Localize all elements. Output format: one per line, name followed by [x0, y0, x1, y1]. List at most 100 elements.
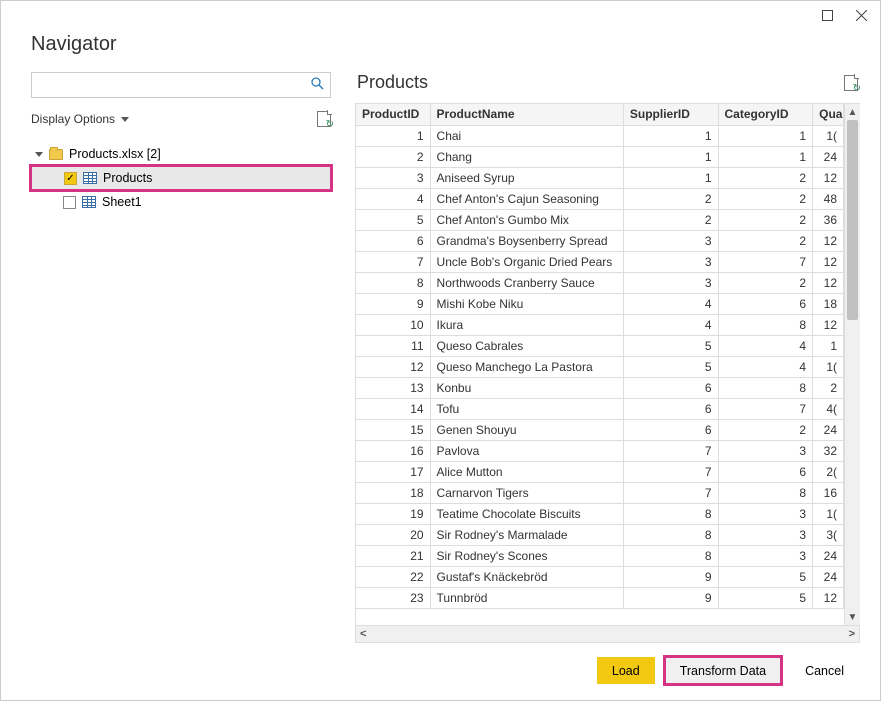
table-row[interactable]: 15Genen Shouyu6224	[356, 419, 844, 440]
display-options-dropdown[interactable]: Display Options	[31, 112, 129, 126]
cell: 12	[813, 167, 844, 188]
tree-item-products[interactable]: ✓ Products	[31, 166, 331, 190]
cell: 11	[356, 335, 430, 356]
cell: Ikura	[430, 314, 623, 335]
cell: 3	[623, 251, 718, 272]
horizontal-scrollbar[interactable]: < >	[355, 625, 860, 643]
cell: 12	[813, 314, 844, 335]
search-icon[interactable]	[311, 77, 324, 93]
folder-icon	[49, 149, 63, 160]
cell: 6	[356, 230, 430, 251]
table-row[interactable]: 8Northwoods Cranberry Sauce3212	[356, 272, 844, 293]
cell: 6	[718, 293, 813, 314]
cancel-button[interactable]: Cancel	[791, 657, 858, 684]
cell: 22	[356, 566, 430, 587]
table-icon	[82, 196, 96, 208]
cell: 2	[718, 188, 813, 209]
tree-root-label: Products.xlsx [2]	[69, 147, 161, 161]
table-row[interactable]: 2Chang1124	[356, 146, 844, 167]
table-row[interactable]: 14Tofu674(	[356, 398, 844, 419]
tree-item-sheet1[interactable]: Sheet1	[31, 190, 331, 214]
table-row[interactable]: 4Chef Anton's Cajun Seasoning2248	[356, 188, 844, 209]
dialog-header: Navigator	[1, 29, 880, 72]
cell: 2	[623, 209, 718, 230]
cell: Grandma's Boysenberry Spread	[430, 230, 623, 251]
close-button[interactable]	[848, 5, 874, 25]
table-row[interactable]: 5Chef Anton's Gumbo Mix2236	[356, 209, 844, 230]
table-row[interactable]: 11Queso Cabrales541	[356, 335, 844, 356]
cell: 7	[623, 482, 718, 503]
transform-data-button[interactable]: Transform Data	[665, 657, 781, 684]
cell: 5	[718, 566, 813, 587]
load-button[interactable]: Load	[597, 657, 655, 684]
cell: 2	[718, 167, 813, 188]
cell: 15	[356, 419, 430, 440]
column-header[interactable]: Quan	[813, 104, 844, 125]
column-header[interactable]: SupplierID	[623, 104, 718, 125]
cell: 12	[813, 272, 844, 293]
cell: 2	[623, 188, 718, 209]
refresh-icon[interactable]: ↻	[317, 111, 331, 127]
cell: 8	[623, 545, 718, 566]
column-header[interactable]: ProductID	[356, 104, 430, 125]
cell: 4(	[813, 398, 844, 419]
table-row[interactable]: 3Aniseed Syrup1212	[356, 167, 844, 188]
table-row[interactable]: 17Alice Mutton762(	[356, 461, 844, 482]
vertical-scrollbar[interactable]: ▲ ▼	[844, 104, 860, 625]
table-row[interactable]: 16Pavlova7332	[356, 440, 844, 461]
cell: 13	[356, 377, 430, 398]
scroll-thumb[interactable]	[847, 120, 858, 320]
cell: Northwoods Cranberry Sauce	[430, 272, 623, 293]
table-row[interactable]: 7Uncle Bob's Organic Dried Pears3712	[356, 251, 844, 272]
scroll-left-icon[interactable]: <	[360, 628, 366, 640]
column-header[interactable]: ProductName	[430, 104, 623, 125]
table-row[interactable]: 12Queso Manchego La Pastora541(	[356, 356, 844, 377]
cell: 24	[813, 419, 844, 440]
maximize-button[interactable]	[814, 5, 840, 25]
checkbox[interactable]: ✓	[64, 172, 77, 185]
cell: 5	[356, 209, 430, 230]
table-row[interactable]: 21Sir Rodney's Scones8324	[356, 545, 844, 566]
scroll-up-icon[interactable]: ▲	[845, 104, 860, 120]
cell: 6	[623, 419, 718, 440]
cell: 3	[718, 524, 813, 545]
scroll-down-icon[interactable]: ▼	[845, 609, 860, 625]
cell: 1(	[813, 356, 844, 377]
cell: Tunnbröd	[430, 587, 623, 608]
caret-down-icon[interactable]	[35, 152, 43, 157]
display-options-label: Display Options	[31, 112, 115, 126]
cell: 32	[813, 440, 844, 461]
search-box[interactable]	[31, 72, 331, 98]
table-row[interactable]: 9Mishi Kobe Niku4618	[356, 293, 844, 314]
cell: Sir Rodney's Scones	[430, 545, 623, 566]
cell: 3	[356, 167, 430, 188]
cell: 8	[718, 314, 813, 335]
preview-table: ProductIDProductNameSupplierIDCategoryID…	[356, 104, 844, 609]
cell: Mishi Kobe Niku	[430, 293, 623, 314]
table-row[interactable]: 1Chai111(	[356, 125, 844, 146]
table-row[interactable]: 22Gustaf's Knäckebröd9524	[356, 566, 844, 587]
cell: Aniseed Syrup	[430, 167, 623, 188]
tree-root[interactable]: Products.xlsx [2]	[31, 142, 331, 166]
cell: 4	[623, 314, 718, 335]
cell: 5	[623, 356, 718, 377]
table-row[interactable]: 6Grandma's Boysenberry Spread3212	[356, 230, 844, 251]
table-row[interactable]: 23Tunnbröd9512	[356, 587, 844, 608]
table-row[interactable]: 10Ikura4812	[356, 314, 844, 335]
cell: 5	[623, 335, 718, 356]
preview-options-icon[interactable]: ↻	[844, 75, 858, 91]
cell: 3	[718, 545, 813, 566]
table-row[interactable]: 13Konbu682	[356, 377, 844, 398]
cell: Chai	[430, 125, 623, 146]
checkbox[interactable]	[63, 196, 76, 209]
table-row[interactable]: 20Sir Rodney's Marmalade833(	[356, 524, 844, 545]
table-row[interactable]: 18Carnarvon Tigers7816	[356, 482, 844, 503]
table-row[interactable]: 19Teatime Chocolate Biscuits831(	[356, 503, 844, 524]
search-input[interactable]	[38, 74, 311, 96]
cell: Tofu	[430, 398, 623, 419]
column-header[interactable]: CategoryID	[718, 104, 813, 125]
cell: 12	[356, 356, 430, 377]
scroll-right-icon[interactable]: >	[849, 628, 855, 640]
cell: 8	[356, 272, 430, 293]
tree-item-label: Products	[103, 171, 152, 185]
